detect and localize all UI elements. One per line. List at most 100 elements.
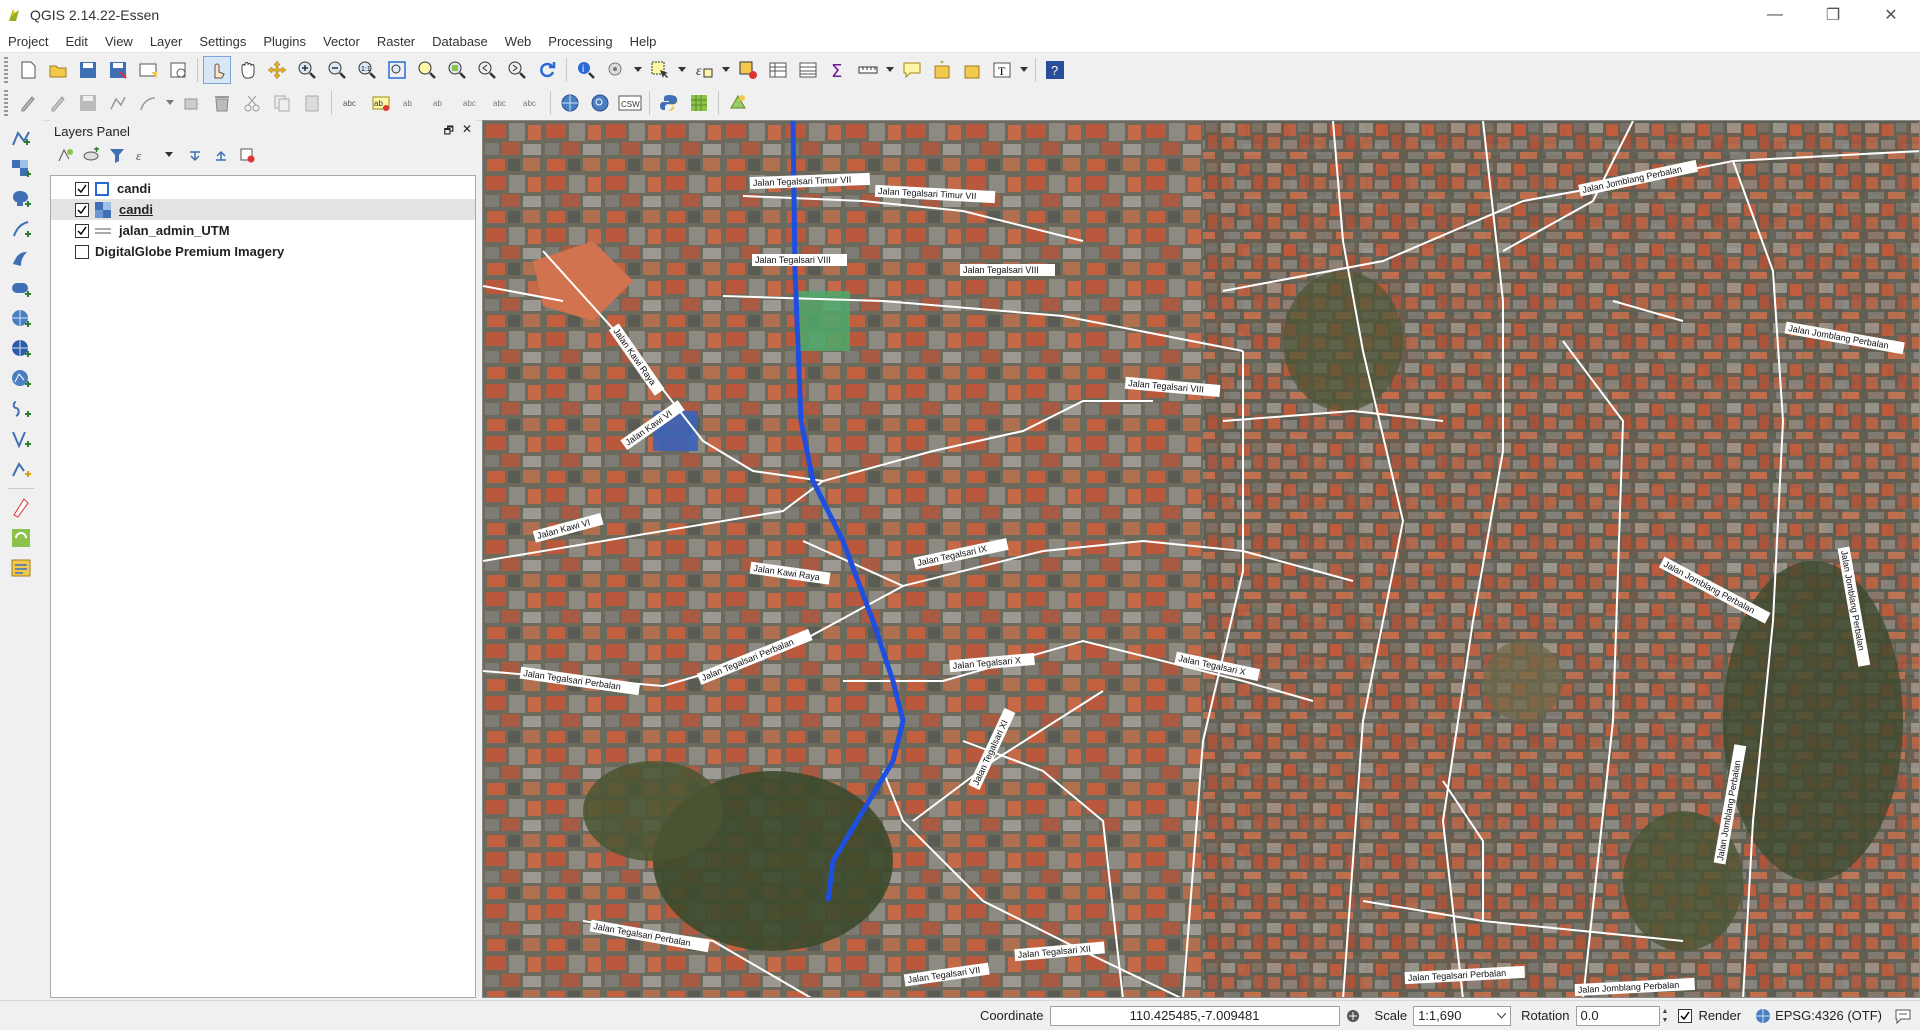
- run-feature-action-icon[interactable]: [602, 56, 630, 84]
- zoom-to-layer-icon[interactable]: [443, 56, 471, 84]
- add-oracle-layer-icon[interactable]: [7, 275, 35, 303]
- csw-icon[interactable]: CSW: [616, 89, 644, 117]
- label-toolbar-icon[interactable]: abc: [337, 89, 365, 117]
- measure-line-icon[interactable]: [854, 56, 882, 84]
- close-panel-icon[interactable]: ✕: [462, 122, 472, 141]
- current-edits-icon[interactable]: [14, 89, 42, 117]
- remove-layer-icon[interactable]: [235, 143, 259, 167]
- menu-web[interactable]: Web: [497, 34, 541, 49]
- menu-layer[interactable]: Layer: [142, 34, 192, 49]
- raster-calculator-icon[interactable]: [7, 524, 35, 552]
- zoom-last-icon[interactable]: [473, 56, 501, 84]
- add-wfs-layer-icon[interactable]: [7, 365, 35, 393]
- toolbar-grip[interactable]: [4, 90, 8, 116]
- chevron-down-icon[interactable]: [164, 89, 176, 117]
- new-shapefile-layer-icon[interactable]: [7, 455, 35, 483]
- menu-database[interactable]: Database: [424, 34, 497, 49]
- cut-features-icon[interactable]: [238, 89, 266, 117]
- add-spatialite-layer-icon[interactable]: [7, 215, 35, 243]
- add-wcs-layer-icon[interactable]: [7, 335, 35, 363]
- menu-raster[interactable]: Raster: [369, 34, 424, 49]
- scale-combobox[interactable]: 1:1,690: [1413, 1005, 1512, 1026]
- refresh-icon[interactable]: [533, 56, 561, 84]
- zoom-native-resolution-icon[interactable]: 1:1: [353, 56, 381, 84]
- chevron-down-icon[interactable]: [632, 56, 644, 84]
- copy-features-icon[interactable]: [268, 89, 296, 117]
- crs-status[interactable]: EPSG:4326 (OTF): [1775, 1008, 1882, 1023]
- processing-toolbox-icon[interactable]: [724, 89, 752, 117]
- touch-zoom-pan-icon[interactable]: [203, 56, 231, 84]
- zoom-next-icon[interactable]: [503, 56, 531, 84]
- expand-all-icon[interactable]: [183, 143, 207, 167]
- add-raster-layer-icon[interactable]: [7, 155, 35, 183]
- new-bookmark-icon[interactable]: [928, 56, 956, 84]
- add-postgis-layer-icon[interactable]: [7, 185, 35, 213]
- add-mssql-layer-icon[interactable]: [7, 245, 35, 273]
- open-attribute-table-icon[interactable]: [764, 56, 792, 84]
- save-as-icon[interactable]: [104, 56, 132, 84]
- save-layer-edits-icon[interactable]: [74, 89, 102, 117]
- new-project-icon[interactable]: [14, 56, 42, 84]
- node-tool-icon[interactable]: [178, 89, 206, 117]
- float-panel-icon[interactable]: 🗗: [444, 122, 454, 141]
- composer-manager-icon[interactable]: [164, 56, 192, 84]
- close-window-button[interactable]: ✕: [1862, 0, 1920, 30]
- layer-item-candi-polygon[interactable]: candi: [51, 178, 475, 199]
- metasearch-icon[interactable]: [556, 89, 584, 117]
- layer-item-jalan-admin-utm[interactable]: jalan_admin_UTM: [51, 220, 475, 241]
- zoom-in-icon[interactable]: [293, 56, 321, 84]
- select-features-icon[interactable]: [646, 56, 674, 84]
- metasearch-search-icon[interactable]: [586, 89, 614, 117]
- help-contents-icon[interactable]: ?: [1041, 56, 1069, 84]
- menu-view[interactable]: View: [97, 34, 142, 49]
- messages-icon[interactable]: [1894, 1007, 1912, 1025]
- text-annotation-icon[interactable]: T: [988, 56, 1016, 84]
- rotate-label-icon[interactable]: abc: [487, 89, 515, 117]
- open-field-calculator-icon[interactable]: [794, 56, 822, 84]
- statistical-summary-icon[interactable]: Σ: [824, 56, 852, 84]
- select-by-expression-icon[interactable]: ε: [690, 56, 718, 84]
- show-hide-labels-icon[interactable]: ab: [427, 89, 455, 117]
- menu-project[interactable]: Project: [0, 34, 57, 49]
- spin-up-icon[interactable]: ▲: [1662, 1007, 1669, 1016]
- layer-item-candi-raster[interactable]: candi: [51, 199, 475, 220]
- show-bookmarks-icon[interactable]: [958, 56, 986, 84]
- zoom-full-icon[interactable]: [383, 56, 411, 84]
- deselect-features-icon[interactable]: [734, 56, 762, 84]
- move-feature-icon[interactable]: [134, 89, 162, 117]
- add-group-icon[interactable]: [79, 143, 103, 167]
- map-tips-icon[interactable]: [898, 56, 926, 84]
- new-print-composer-icon[interactable]: [134, 56, 162, 84]
- chevron-down-icon[interactable]: [720, 56, 732, 84]
- paste-features-icon[interactable]: [298, 89, 326, 117]
- add-virtual-layer-icon[interactable]: [7, 425, 35, 453]
- restore-button[interactable]: ❐: [1804, 0, 1862, 30]
- menu-plugins[interactable]: Plugins: [255, 34, 315, 49]
- menu-edit[interactable]: Edit: [57, 34, 96, 49]
- chevron-down-icon[interactable]: [884, 56, 896, 84]
- save-project-icon[interactable]: [74, 56, 102, 84]
- pin-labels-icon[interactable]: ab: [397, 89, 425, 117]
- grid-plugin-icon[interactable]: [685, 89, 713, 117]
- change-label-icon[interactable]: abc: [517, 89, 545, 117]
- spin-down-icon[interactable]: ▼: [1662, 1016, 1669, 1025]
- toggle-editing-icon[interactable]: [44, 89, 72, 117]
- toolbar-grip[interactable]: [4, 57, 8, 83]
- georeferencer-icon[interactable]: [7, 494, 35, 522]
- pan-map-icon[interactable]: [233, 56, 261, 84]
- render-checkbox[interactable]: [1678, 1008, 1693, 1023]
- coordinate-field[interactable]: 110.425485,-7.009481: [1049, 1005, 1340, 1026]
- menu-vector[interactable]: Vector: [315, 34, 369, 49]
- open-project-icon[interactable]: [44, 56, 72, 84]
- menu-settings[interactable]: Settings: [191, 34, 255, 49]
- layer-item-digitalglobe-imagery[interactable]: DigitalGlobe Premium Imagery: [51, 241, 475, 262]
- filter-by-expression-icon[interactable]: ε: [131, 143, 155, 167]
- minimize-button[interactable]: —: [1746, 0, 1804, 30]
- chevron-down-icon[interactable]: [1018, 56, 1030, 84]
- add-vector-layer-icon[interactable]: [7, 125, 35, 153]
- menu-processing[interactable]: Processing: [540, 34, 621, 49]
- collapse-all-icon[interactable]: [209, 143, 233, 167]
- layer-visibility-checkbox[interactable]: [75, 202, 89, 217]
- layer-visibility-checkbox[interactable]: [75, 223, 89, 238]
- add-delimited-text-layer-icon[interactable]: [7, 395, 35, 423]
